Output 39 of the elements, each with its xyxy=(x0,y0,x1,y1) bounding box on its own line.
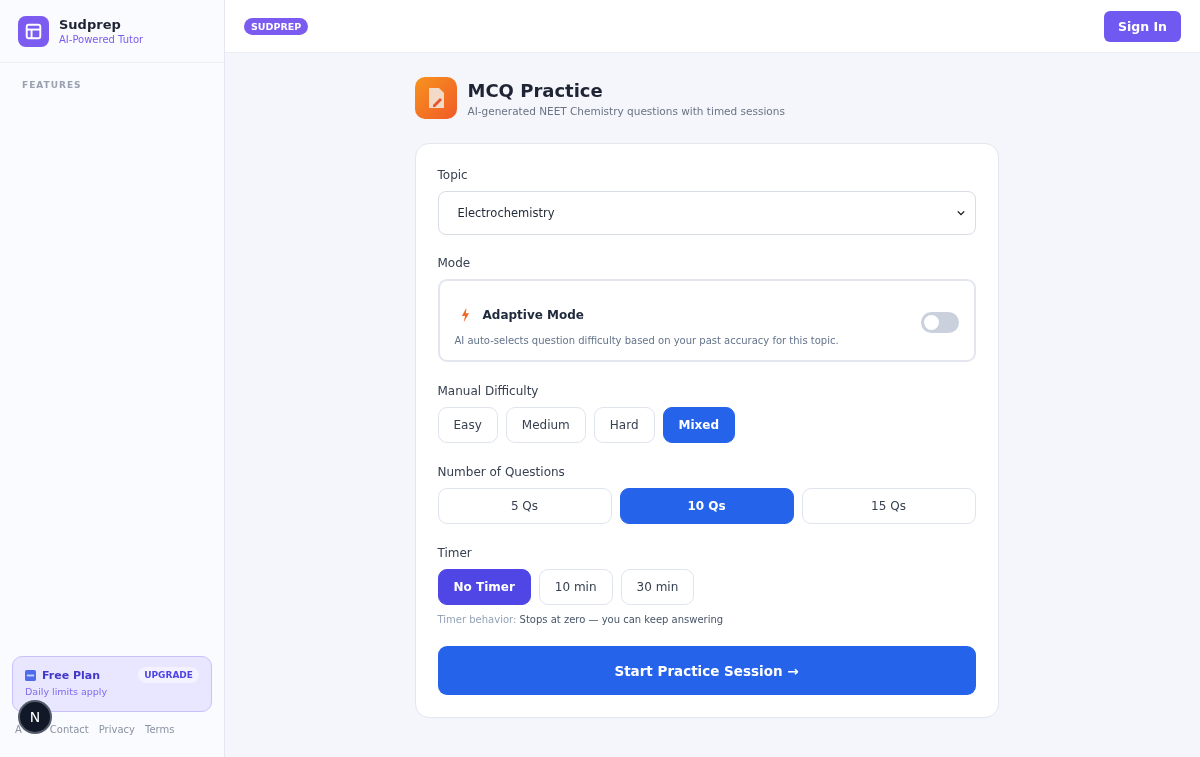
sign-in-button[interactable]: Sign In xyxy=(1103,10,1181,42)
difficulty-option[interactable]: Hard xyxy=(593,407,655,443)
difficulty-option[interactable]: Mixed xyxy=(662,407,736,443)
field-label: Number of Questions xyxy=(437,465,566,479)
plan-note: Daily limits apply xyxy=(25,686,109,697)
timer-option[interactable]: No Timer xyxy=(437,569,531,605)
brand-name: Sudprep xyxy=(59,17,122,32)
field-label: Mode xyxy=(437,256,472,270)
section-label: FEATURES xyxy=(21,79,83,92)
chevron-icon xyxy=(956,210,965,216)
field-label: Topic xyxy=(437,168,469,182)
timer-note: Timer behavior: Stops at zero — you can keep answering xyxy=(437,614,725,625)
question-count-option[interactable]: 10 Qs xyxy=(619,488,794,524)
plan-icon xyxy=(25,669,36,681)
upgrade-button[interactable]: UPGRADE xyxy=(138,667,199,683)
question-count-option[interactable]: 5 Qs xyxy=(437,488,612,524)
difficulty-option[interactable]: Medium xyxy=(505,407,586,443)
question-count-option[interactable]: 15 Qs xyxy=(801,488,976,524)
app-badge: SUDPREP xyxy=(244,17,309,35)
logo-icon xyxy=(18,15,49,47)
difficulty-option[interactable]: Easy xyxy=(437,407,498,443)
timer-option[interactable]: 30 min xyxy=(620,569,695,605)
field-label: Timer xyxy=(437,546,473,560)
footer-link[interactable]: Contact xyxy=(49,724,89,735)
timer-option[interactable]: 10 min xyxy=(538,569,613,605)
page-title: MCQ Practice xyxy=(467,79,604,101)
mode-description: AI auto-selects question difficulty based on your past accuracy for this topic. xyxy=(454,335,840,346)
start-button[interactable]: Start Practice Session → xyxy=(437,646,976,695)
document-icon xyxy=(414,77,457,119)
footer-link[interactable]: Privacy xyxy=(98,724,135,735)
field-label: Manual Difficulty xyxy=(437,384,540,398)
plan-name: Free Plan xyxy=(42,668,102,682)
topic-select[interactable]: Electrochemistry xyxy=(437,191,976,235)
page-subtitle: AI-generated NEET Chemistry questions with timed sessions xyxy=(467,104,785,117)
mode-title: Adaptive Mode xyxy=(482,307,585,322)
footer-link[interactable]: Terms xyxy=(144,724,175,735)
lightning-icon xyxy=(460,306,470,323)
toggle-switch[interactable] xyxy=(920,312,959,333)
brand-tagline: AI-Powered Tutor xyxy=(59,34,144,45)
